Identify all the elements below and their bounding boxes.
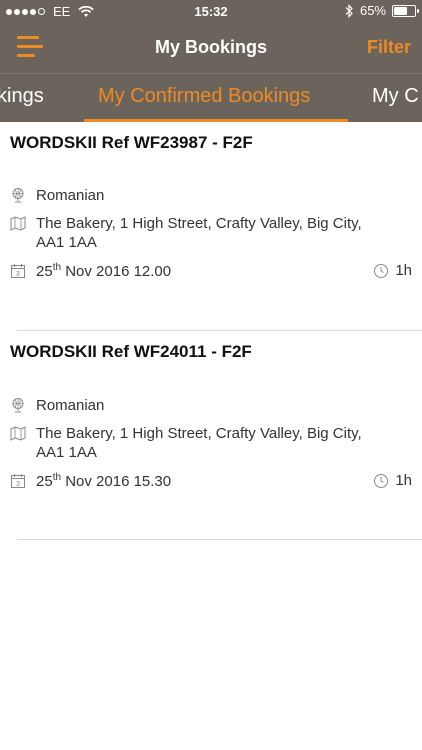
booking-duration: 1h [395,262,412,279]
divider [17,539,422,540]
language-globe-icon [12,188,24,203]
bluetooth-icon [345,3,353,18]
booking-address: The Bakery, 1 High Street, Crafty Valley… [36,424,362,462]
location-map-icon [10,426,26,441]
tab-confirmed-bookings[interactable]: My Confirmed Bookings [98,85,310,108]
booking-duration-row: 1h [373,262,412,279]
svg-text:3: 3 [16,271,20,278]
booking-language: Romanian [36,187,105,204]
address-line-2: AA1 1AA [36,234,97,251]
battery-icon [392,4,419,17]
booking-card[interactable]: WORDSKII Ref WF23987 - F2F Romanian The … [0,133,422,333]
filter-button[interactable]: Filter [367,37,411,58]
booking-duration-row: 1h [373,472,412,489]
svg-text:3: 3 [16,481,20,488]
booking-language: Romanian [36,397,105,414]
calendar-icon: 3 [11,474,25,488]
page-title: My Bookings [154,37,267,57]
location-map-icon [10,216,26,231]
navbar: My Bookings Filter [0,22,422,73]
address-line-1: The Bakery, 1 High Street, Crafty Valley… [36,425,362,442]
booking-card[interactable]: WORDSKII Ref WF24011 - F2F Romanian The … [0,342,422,542]
status-right: 65% [344,3,419,18]
tab-previous[interactable]: kings [0,85,44,108]
calendar-icon: 3 [11,264,25,278]
booking-datetime: 25th Nov 2016 12.00 [36,262,172,281]
clock-icon [374,473,389,488]
booking-address: The Bakery, 1 High Street, Crafty Valley… [36,214,362,252]
booking-duration: 1h [395,472,412,489]
booking-title: WORDSKII Ref WF23987 - F2F [10,133,253,152]
clock-icon [374,263,389,278]
language-globe-icon [12,398,24,413]
divider [17,330,422,331]
battery-level [394,6,407,15]
booking-title: WORDSKII Ref WF24011 - F2F [10,342,252,361]
status-bar: EE 15:32 65% [0,0,422,22]
active-tab-indicator [84,119,348,122]
tab-next[interactable]: My C [372,85,419,108]
address-line-1: The Bakery, 1 High Street, Crafty Valley… [36,215,362,232]
booking-tabs: kings My Confirmed Bookings My C [0,73,422,122]
app-header: EE 15:32 65% My Bookings Filter [0,0,422,73]
battery-percent: 65% [359,3,386,18]
address-line-2: AA1 1AA [36,444,97,461]
booking-datetime: 25th Nov 2016 15.30 [36,472,172,491]
